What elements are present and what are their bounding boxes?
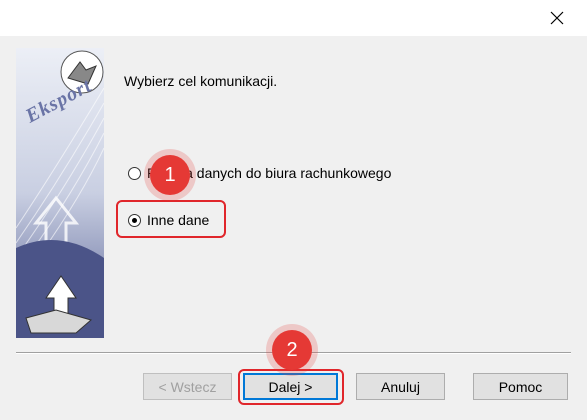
option-other-data[interactable]: Inne dane	[128, 212, 209, 228]
export-wizard-window: Eksport Wybierz cel komunikacji. Paczka …	[0, 0, 587, 420]
radio-button[interactable]	[128, 213, 141, 227]
close-button[interactable]	[545, 6, 569, 30]
radio-selected-dot	[132, 217, 137, 223]
next-button[interactable]: Dalej >	[243, 373, 338, 400]
option-label: Inne dane	[147, 212, 210, 228]
instruction-text: Wybierz cel komunikacji.	[124, 73, 278, 89]
title-bar	[0, 0, 587, 36]
cancel-button[interactable]: Anuluj	[356, 373, 445, 400]
step-badge-1: 1	[150, 155, 190, 195]
close-icon	[550, 11, 564, 25]
step-badge-2: 2	[272, 330, 312, 370]
radio-button[interactable]	[128, 166, 141, 180]
export-banner-image: Eksport	[16, 48, 104, 338]
help-button[interactable]: Pomoc	[473, 373, 568, 400]
back-button[interactable]: < Wstecz	[143, 373, 232, 400]
